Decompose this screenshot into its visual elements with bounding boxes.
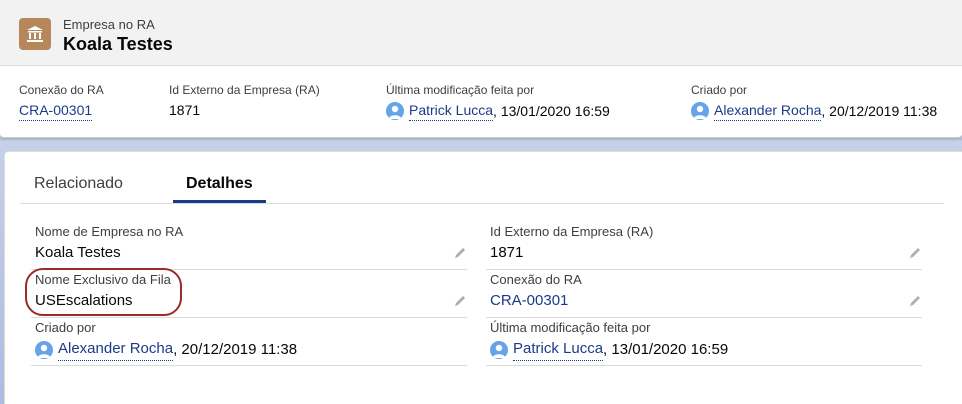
tab-detalhes[interactable]: Detalhes [186, 175, 253, 193]
highlight-label: Criado por [691, 83, 748, 97]
user-link-patrick[interactable]: Patrick Lucca [409, 100, 494, 121]
highlight-field-modificado: Última modificação feita por Patrick Luc… [386, 82, 610, 121]
record-title-bar: Empresa no RA Koala Testes [0, 0, 962, 66]
user-avatar-icon [691, 101, 709, 120]
conexao-link[interactable]: CRA-00301 [490, 290, 568, 312]
conexao-link[interactable]: CRA-00301 [19, 100, 93, 121]
highlight-value: 1871 [169, 102, 201, 118]
field-label: Última modificação feita por [490, 320, 651, 335]
field-id-externo: Id Externo da Empresa (RA) 1871 [486, 224, 922, 270]
modified-date: , 13/01/2020 16:59 [493, 102, 610, 119]
active-tab-indicator [173, 200, 266, 203]
record-title: Koala Testes [63, 34, 173, 54]
user-link-alexander[interactable]: Alexander Rocha [714, 100, 822, 121]
field-label: Id Externo da Empresa (RA) [490, 224, 654, 239]
highlight-field-criado: Criado por Alexander Rocha , 20/12/2019 … [691, 82, 937, 121]
field-value: Koala Testes [35, 244, 121, 261]
field-label: Nome de Empresa no RA [35, 224, 184, 239]
user-link-alexander[interactable]: Alexander Rocha [58, 338, 174, 361]
modified-date: , 13/01/2020 16:59 [603, 340, 729, 358]
tab-relacionado[interactable]: Relacionado [34, 175, 123, 193]
record-header: Empresa no RA Koala Testes Conexão do RA… [0, 0, 962, 138]
created-date: , 20/12/2019 11:38 [173, 340, 298, 358]
entity-type-label: Empresa no RA [63, 17, 155, 32]
highlight-label: Conexão do RA [19, 83, 104, 97]
user-avatar-icon [490, 340, 508, 359]
field-modificado: Última modificação feita por Patrick Luc… [486, 320, 922, 366]
edit-pencil-icon[interactable] [908, 246, 922, 260]
building-icon [19, 18, 51, 50]
field-value: 1871 [490, 244, 524, 261]
edit-pencil-icon[interactable] [453, 294, 467, 308]
field-label: Conexão do RA [490, 272, 582, 287]
field-nome-empresa: Nome de Empresa no RA Koala Testes [31, 224, 467, 270]
edit-pencil-icon[interactable] [908, 294, 922, 308]
edit-pencil-icon[interactable] [453, 246, 467, 260]
highlight-field-id-externo: Id Externo da Empresa (RA) 1871 [169, 82, 320, 120]
field-criado-por: Criado por Alexander Rocha , 20/12/2019 … [31, 320, 467, 366]
created-date: , 20/12/2019 11:38 [821, 102, 938, 119]
field-conexao: Conexão do RA CRA-00301 [486, 272, 922, 318]
highlight-field-conexao: Conexão do RA CRA-00301 [19, 82, 104, 121]
field-label: Criado por [35, 320, 96, 335]
tab-bar: Relacionado Detalhes [20, 152, 944, 204]
annotation-highlight-outline [25, 268, 182, 316]
highlight-label: Id Externo da Empresa (RA) [169, 83, 320, 97]
user-avatar-icon [386, 101, 404, 120]
user-link-patrick[interactable]: Patrick Lucca [513, 338, 604, 361]
user-avatar-icon [35, 340, 53, 359]
highlight-label: Última modificação feita por [386, 83, 535, 97]
